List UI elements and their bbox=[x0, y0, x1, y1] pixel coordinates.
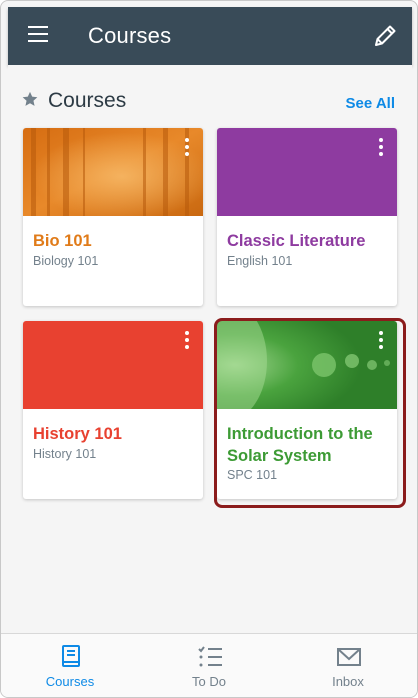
course-code: English 101 bbox=[227, 254, 293, 268]
course-card-history-101[interactable]: History 101 History 101 bbox=[23, 321, 203, 499]
book-icon bbox=[62, 645, 80, 667]
nav-label-inbox: Inbox bbox=[332, 674, 364, 689]
course-image-forest bbox=[23, 128, 203, 216]
bottom-navigation: Courses To Do Inbox bbox=[1, 633, 417, 697]
nav-label-courses: Courses bbox=[45, 674, 95, 689]
card-options-icon[interactable] bbox=[373, 138, 389, 158]
device-frame: Courses Courses See All Bio 101 Biology … bbox=[0, 0, 418, 698]
main-content: Courses See All Bio 101 Biology 101 Clas… bbox=[8, 65, 412, 633]
course-title: Bio 101 bbox=[33, 232, 92, 250]
highlight-outline bbox=[214, 318, 406, 508]
nav-tab-courses[interactable]: Courses bbox=[1, 634, 139, 697]
pencil-icon[interactable] bbox=[372, 23, 398, 49]
card-options-icon[interactable] bbox=[179, 138, 195, 158]
hamburger-menu-icon[interactable] bbox=[28, 26, 48, 42]
nav-tab-inbox[interactable]: Inbox bbox=[279, 634, 417, 697]
nav-tab-todo[interactable]: To Do bbox=[140, 634, 278, 697]
courses-section-header: Courses See All bbox=[8, 87, 412, 117]
nav-label-todo: To Do bbox=[192, 674, 226, 689]
course-color-block bbox=[217, 128, 397, 216]
course-color-block bbox=[23, 321, 203, 409]
course-code: History 101 bbox=[33, 447, 97, 461]
course-title: Classic Literature bbox=[227, 232, 366, 250]
app-bar: Courses bbox=[8, 7, 412, 65]
checklist-icon bbox=[198, 646, 222, 667]
course-card-classic-literature[interactable]: Classic Literature English 101 bbox=[217, 128, 397, 306]
star-icon bbox=[22, 91, 38, 106]
page-title: Courses bbox=[88, 23, 172, 48]
course-code: Biology 101 bbox=[33, 254, 99, 268]
course-title: History 101 bbox=[33, 425, 122, 443]
card-options-icon[interactable] bbox=[179, 331, 195, 351]
see-all-link[interactable]: See All bbox=[346, 95, 395, 112]
course-card-bio-101[interactable]: Bio 101 Biology 101 bbox=[23, 128, 203, 306]
section-title: Courses bbox=[48, 89, 127, 112]
envelope-icon bbox=[337, 648, 361, 666]
